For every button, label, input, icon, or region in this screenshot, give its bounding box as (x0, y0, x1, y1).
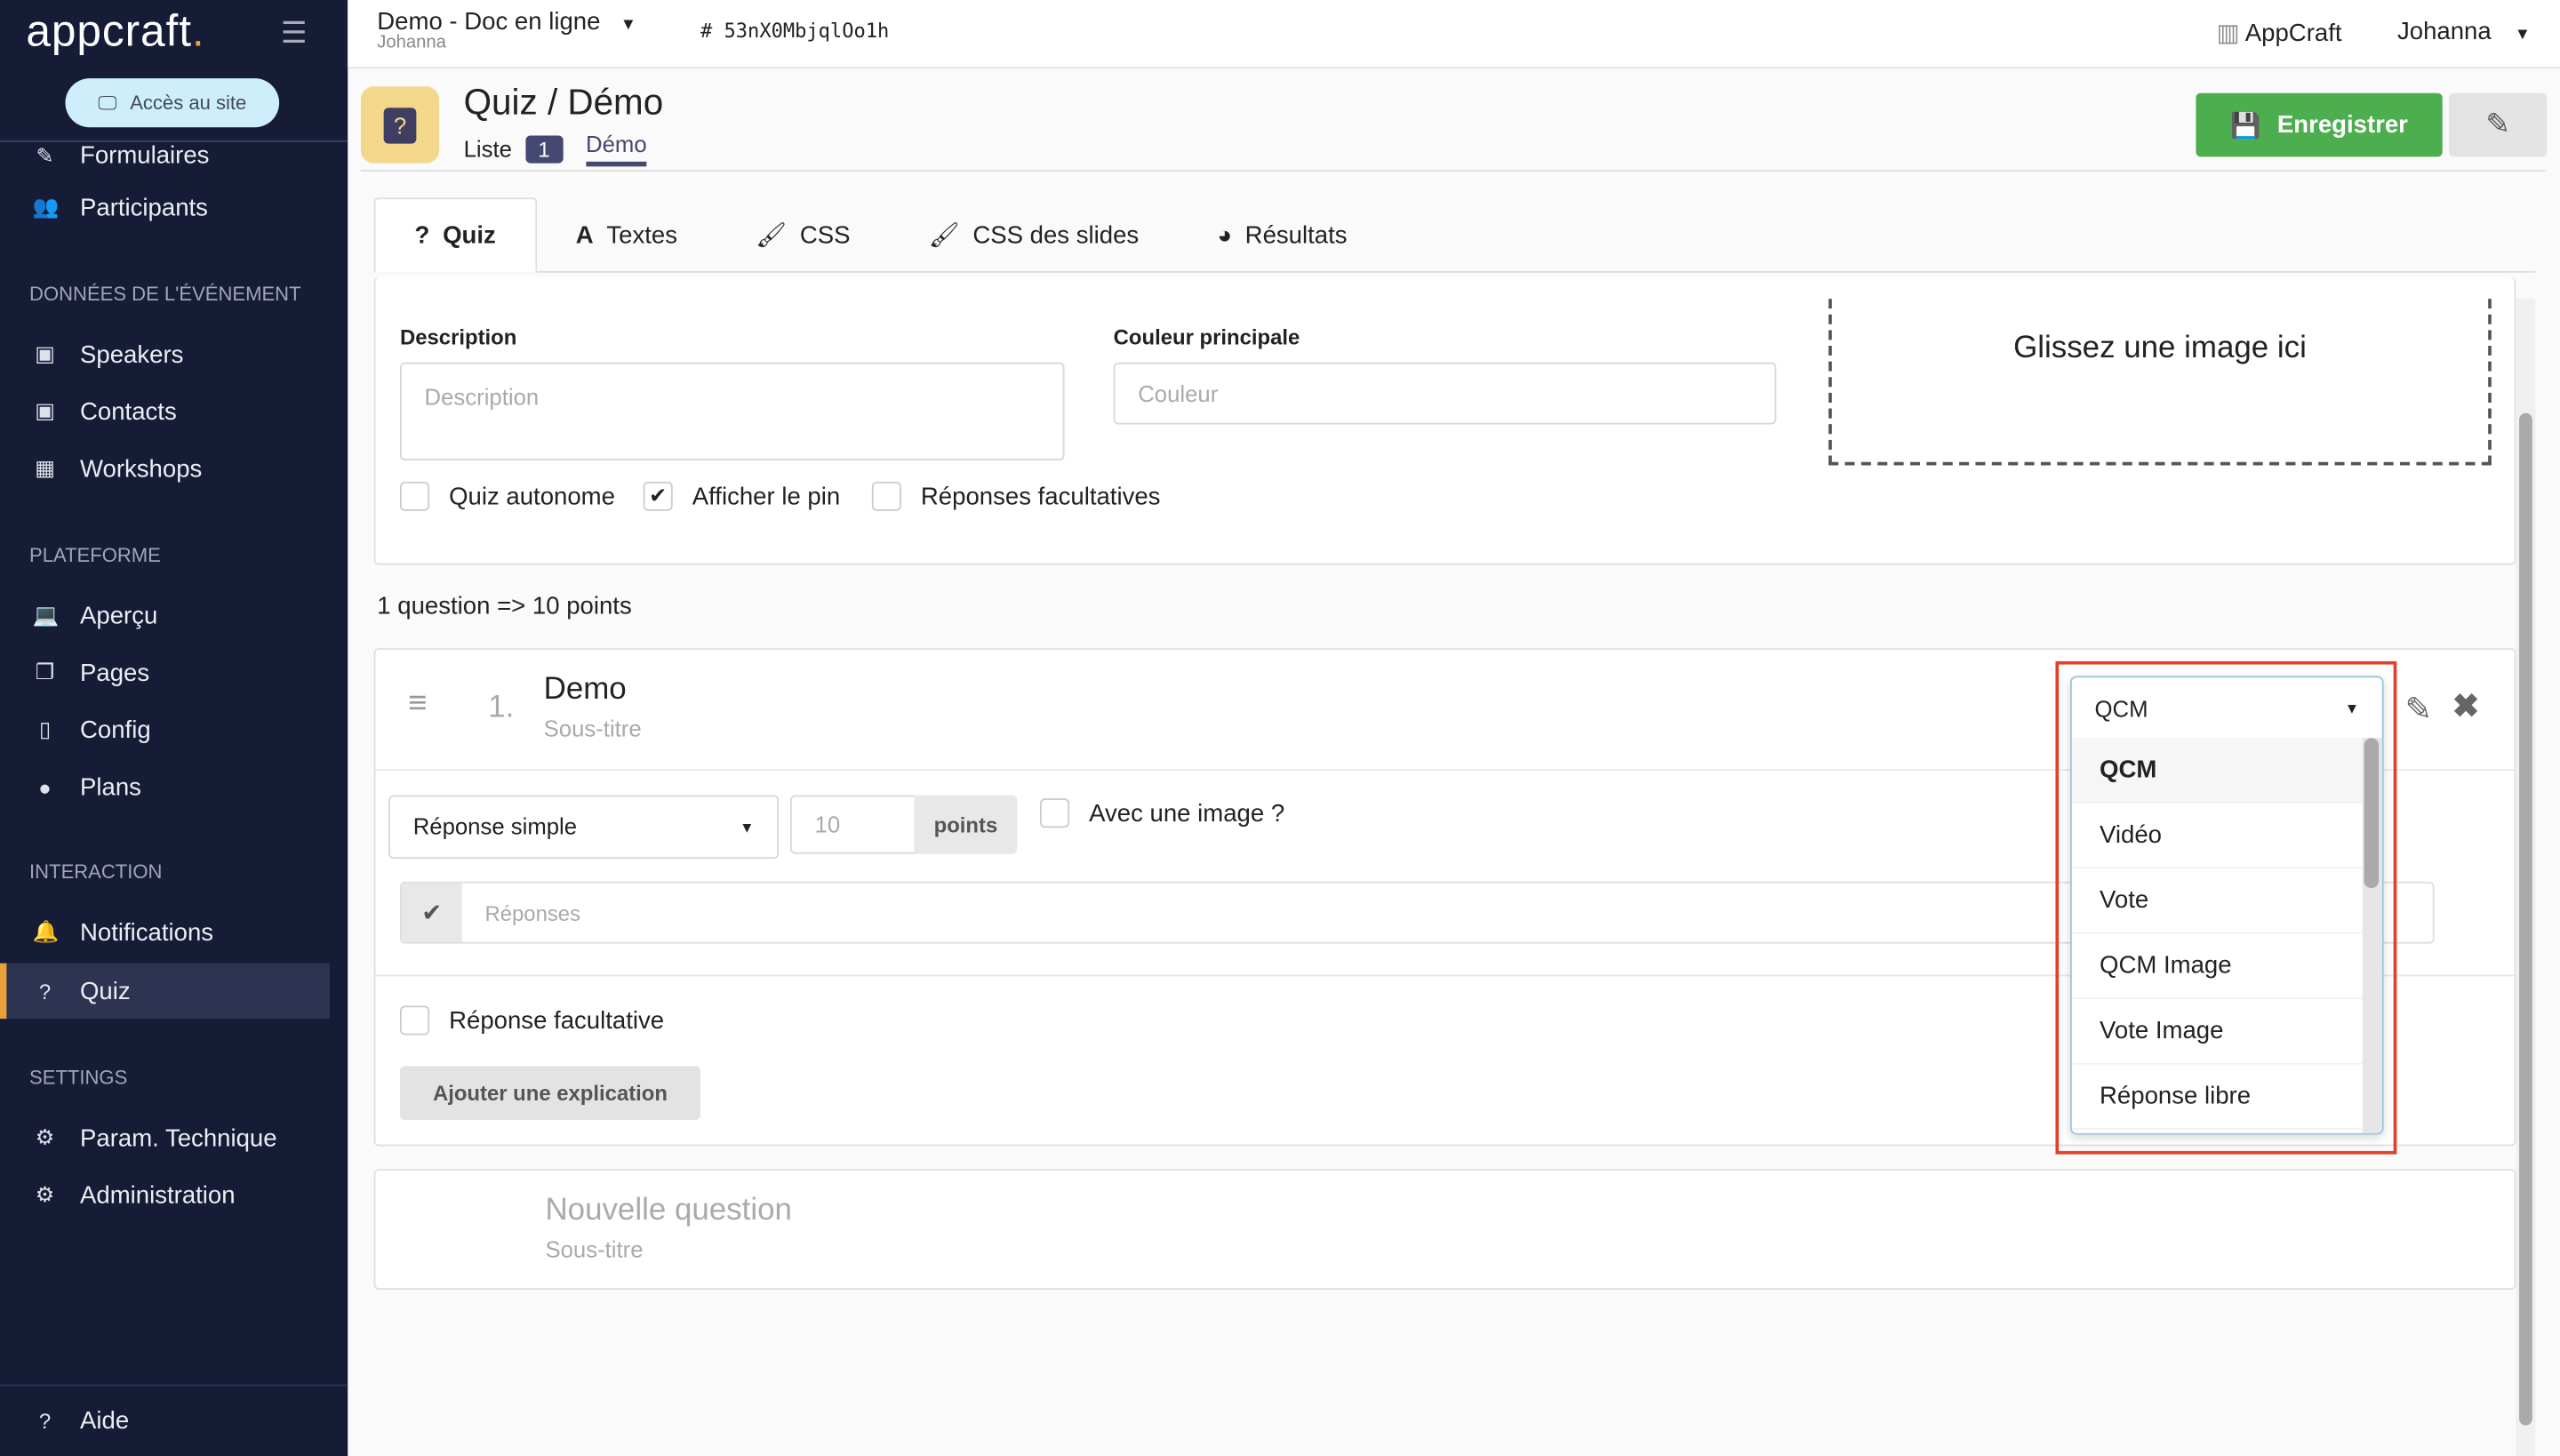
tab-css[interactable]: 🖌 CSS (716, 197, 889, 272)
section-title: Plateforme (29, 543, 161, 567)
answers-input[interactable]: Réponses (485, 901, 581, 926)
sidebar-item-formulaires[interactable]: ✎ Formulaires (0, 124, 330, 170)
sidebar-item-param-technique[interactable]: ⚙ Param. Technique (0, 1110, 330, 1165)
users-icon: 👥 (32, 194, 60, 220)
quiz-icon: ? (38, 979, 52, 1004)
bell-icon: 🔔 (32, 919, 60, 944)
section-title: Settings (29, 1066, 128, 1090)
sidebar: appcraft. ☰ 🖵 Accès au site ✎ Formulaires … (0, 0, 348, 1456)
save-button[interactable]: 💾 Enregistrer (2196, 92, 2443, 157)
sidebar-item-apercu[interactable]: 💻 Aperçu (0, 588, 330, 643)
mobile-icon: ▯ (38, 716, 52, 741)
question-subtitle: Sous-titre (543, 715, 642, 741)
page-scrollbar[interactable] (2516, 299, 2536, 1456)
cog-box-icon: ⚙ (35, 1124, 55, 1150)
copy-icon: ❐ (35, 660, 55, 684)
sidebar-item-quiz[interactable]: ? Quiz (0, 963, 331, 1020)
page-title: Quiz / Démo (463, 81, 664, 123)
caret-down-icon: ▼ (620, 16, 636, 35)
question-icon: ? (414, 220, 430, 250)
points-summary: 1 question => 10 points (377, 592, 632, 620)
caret-down-icon: ▼ (740, 820, 755, 836)
points-input[interactable]: 10 (789, 795, 916, 854)
sidebar-item-workshops[interactable]: ▦ Workshops (0, 441, 330, 496)
pen-icon: ✎ (36, 143, 54, 169)
collapse-menu-icon[interactable]: ☰ (281, 16, 308, 51)
question-number: 1. (488, 690, 515, 725)
drag-handle-icon[interactable]: ≡ (408, 685, 427, 723)
floppy-icon: 💾 (2230, 111, 2261, 140)
logo[interactable]: appcraft. (26, 6, 204, 57)
project-id: # 53nX0MbjqlOo1h (700, 20, 890, 43)
sidebar-item-speakers[interactable]: ▣ Speakers (0, 326, 330, 381)
section-title: Interaction (29, 860, 163, 884)
points-addon: points (914, 795, 1018, 854)
sidebar-item-notifications[interactable]: 🔔 Notifications (0, 905, 330, 960)
color-label: Couleur principale (1113, 324, 1300, 350)
list-link[interactable]: Liste (464, 135, 512, 161)
description-label: Description (399, 324, 517, 350)
tab-textes[interactable]: A Textes (537, 197, 716, 272)
id-card-icon: ▣ (35, 340, 55, 366)
with-image-checkbox[interactable]: Avec une image ? (1039, 798, 1284, 828)
quiz-autonome-checkbox[interactable]: Quiz autonome (399, 481, 615, 511)
new-question-title: Nouvelle question (545, 1193, 792, 1228)
gear-icon: ⚙ (35, 1181, 55, 1207)
list-count-badge: 1 (524, 134, 564, 163)
sidebar-item-config[interactable]: ▯ Config (0, 702, 330, 757)
site-access-button[interactable]: 🖵 Accès au site (65, 78, 280, 128)
add-explanation-button[interactable]: Ajouter une explication (399, 1066, 700, 1120)
sidebar-item-administration[interactable]: ⚙ Administration (0, 1167, 330, 1222)
edit-icon: ✎ (2485, 108, 2511, 140)
edit-question-icon[interactable]: ✎ (2405, 689, 2433, 730)
pie-chart-icon: ◕ (1217, 220, 1232, 250)
sidebar-item-contacts[interactable]: ▣ Contacts (0, 384, 330, 439)
question-title: Demo (543, 672, 627, 708)
org-link[interactable]: ▥ AppCraft (2217, 18, 2342, 47)
description-field[interactable]: Description (399, 362, 1065, 460)
tab-bar: ? Quiz A Textes 🖌 CSS 🖌 CSS des slides ◕ Résu… (373, 197, 2536, 273)
brush-icon: 🖌 (928, 221, 960, 251)
optional-answer-checkbox[interactable]: Réponse facultative (399, 1005, 664, 1036)
new-question-card[interactable]: Nouvelle question Sous-titre (373, 1169, 2516, 1291)
building-icon: ▥ (2216, 20, 2240, 48)
highlight-box (2055, 660, 2397, 1155)
font-icon: A (575, 220, 594, 250)
tab-quiz[interactable]: ? Quiz (373, 197, 537, 273)
color-field[interactable]: Couleur (1113, 362, 1777, 425)
delete-question-icon[interactable]: ✖ (2452, 685, 2480, 726)
monitor-icon: 🖵 (98, 90, 117, 114)
sidebar-item-pages[interactable]: ❐ Pages (0, 645, 330, 700)
section-title: Données de l'événement (29, 282, 301, 306)
breadcrumb: Liste 1 Démo (464, 131, 647, 167)
brush-icon: 🖌 (756, 221, 788, 251)
image-dropzone[interactable]: Glissez une image ici (1828, 299, 2492, 466)
tab-resultats[interactable]: ◕ Résultats (1178, 197, 1386, 272)
new-question-subtitle: Sous-titre (545, 1236, 644, 1262)
sidebar-item-participants[interactable]: 👥 Participants (0, 180, 330, 235)
check-circle-icon: ✔ (401, 883, 462, 942)
help-icon: ? (38, 1408, 52, 1433)
sidebar-item-aide[interactable]: ? Aide (0, 1393, 330, 1448)
top-bar: Demo - Doc en ligne ▼ Johanna # 53nX0Mbjq… (348, 0, 2560, 69)
caret-down-icon: ▼ (2514, 26, 2531, 44)
project-selector[interactable]: Demo - Doc en ligne ▼ Johanna (377, 8, 636, 52)
check-icon: ✔ (643, 481, 673, 511)
sidebar-item-plans[interactable]: ● Plans (0, 759, 330, 814)
tab-css-slides[interactable]: 🖌 CSS des slides (890, 197, 1179, 272)
map-marker-icon: ● (38, 774, 52, 800)
answer-type-select[interactable]: Réponse simple ▼ (388, 795, 780, 860)
user-menu[interactable]: Johanna ▼ (2397, 18, 2531, 47)
afficher-pin-checkbox[interactable]: ✔ Afficher le pin (643, 481, 840, 511)
edit-button[interactable]: ✎ (2449, 92, 2548, 157)
laptop-icon: 💻 (32, 602, 60, 628)
address-book-icon: ▣ (35, 398, 55, 423)
calendar-icon: ▦ (35, 455, 55, 480)
current-item-tab[interactable]: Démo (586, 131, 647, 167)
quiz-module-icon: ? (360, 86, 440, 164)
reponses-facultatives-checkbox[interactable]: Réponses facultatives (871, 481, 1160, 511)
